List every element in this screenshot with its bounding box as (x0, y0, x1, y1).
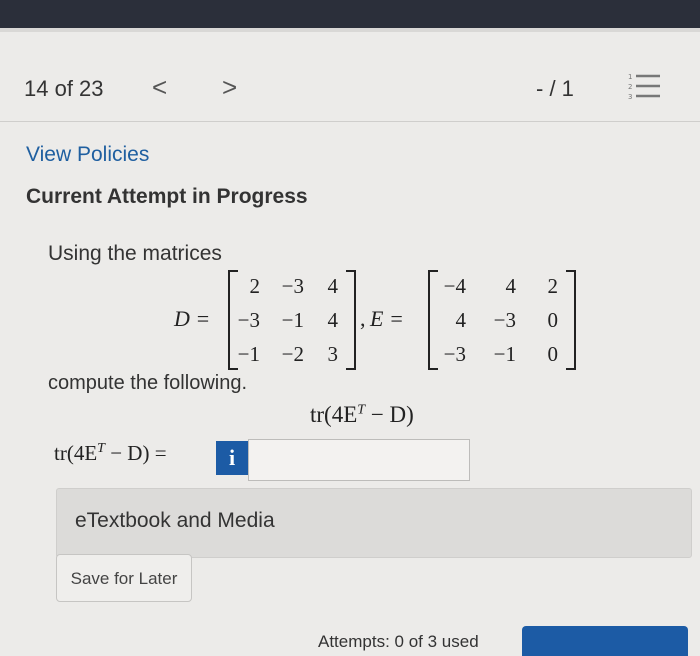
view-policies-link[interactable]: View Policies (26, 143, 149, 167)
browser-top-bar (0, 0, 700, 28)
matrix-d-cell: 3 (327, 342, 339, 366)
expression-transpose: T (357, 402, 366, 418)
matrix-e-cell: 4 (455, 308, 467, 332)
score-display: - / 1 (536, 76, 574, 101)
expression-heading: tr(4ET − D) (310, 402, 414, 428)
question-counter: 14 of 23 (24, 76, 104, 101)
matrix-d-cell: −3 (281, 274, 304, 298)
matrix-d-cell: −2 (281, 342, 304, 366)
matrix-e-label: E = (370, 306, 404, 331)
matrix-e-right-bracket (566, 270, 576, 370)
info-icon[interactable]: i (216, 441, 248, 475)
matrix-e-cell: 0 (547, 308, 559, 332)
top-bar-edge (0, 28, 700, 32)
attempts-counter: Attempts: 0 of 3 used (318, 632, 479, 651)
svg-text:3: 3 (628, 93, 632, 101)
chevron-left-icon[interactable]: < (152, 72, 167, 103)
matrix-d-cell: −1 (281, 308, 304, 332)
matrix-e-cell: −1 (493, 342, 516, 366)
expression-rhs: − D) (365, 402, 414, 427)
matrix-e-cell: 2 (547, 274, 559, 298)
etextbook-media-panel[interactable]: eTextbook and Media (56, 488, 692, 558)
chevron-right-icon[interactable]: > (222, 72, 237, 103)
answer-transpose: T (97, 441, 105, 456)
matrix-d-cell: −1 (237, 342, 260, 366)
matrix-d-label: D = (174, 306, 211, 331)
question-intro: Using the matrices (48, 242, 222, 265)
matrices: D = 2 −3 4 −3 −1 4 −1 −2 3 , E = −4 4 2 … (170, 266, 590, 376)
matrix-e-cell: −3 (443, 342, 466, 366)
answer-label: tr(4ET − D) = (54, 441, 167, 466)
attempt-status: Current Attempt in Progress (26, 185, 308, 208)
matrix-d-right-bracket (346, 270, 356, 370)
answer-input[interactable] (248, 439, 470, 481)
numbered-list-icon[interactable]: 1 2 3 (626, 70, 662, 102)
etextbook-label: eTextbook and Media (75, 509, 275, 532)
matrix-separator: , (360, 306, 366, 331)
submit-answer-button[interactable] (522, 626, 688, 656)
matrix-e-cell: 4 (505, 274, 517, 298)
save-for-later-button[interactable]: Save for Later (56, 554, 192, 602)
answer-rhs: − D) (104, 441, 150, 465)
nav-divider (0, 121, 700, 122)
expression-lhs: tr(4E (310, 402, 358, 427)
matrix-e-cell: −3 (493, 308, 516, 332)
matrix-e-cell: 0 (547, 342, 559, 366)
matrix-e-cell: −4 (443, 274, 466, 298)
svg-text:1: 1 (628, 73, 632, 81)
compute-instruction: compute the following. (48, 372, 248, 394)
answer-lhs: tr(4E (54, 441, 98, 465)
matrix-d-cell: −3 (237, 308, 260, 332)
answer-equals: = (149, 441, 167, 465)
svg-text:2: 2 (628, 83, 632, 91)
matrix-d-cell: 2 (249, 274, 261, 298)
matrix-d-cell: 4 (327, 308, 339, 332)
matrix-d-cell: 4 (327, 274, 339, 298)
